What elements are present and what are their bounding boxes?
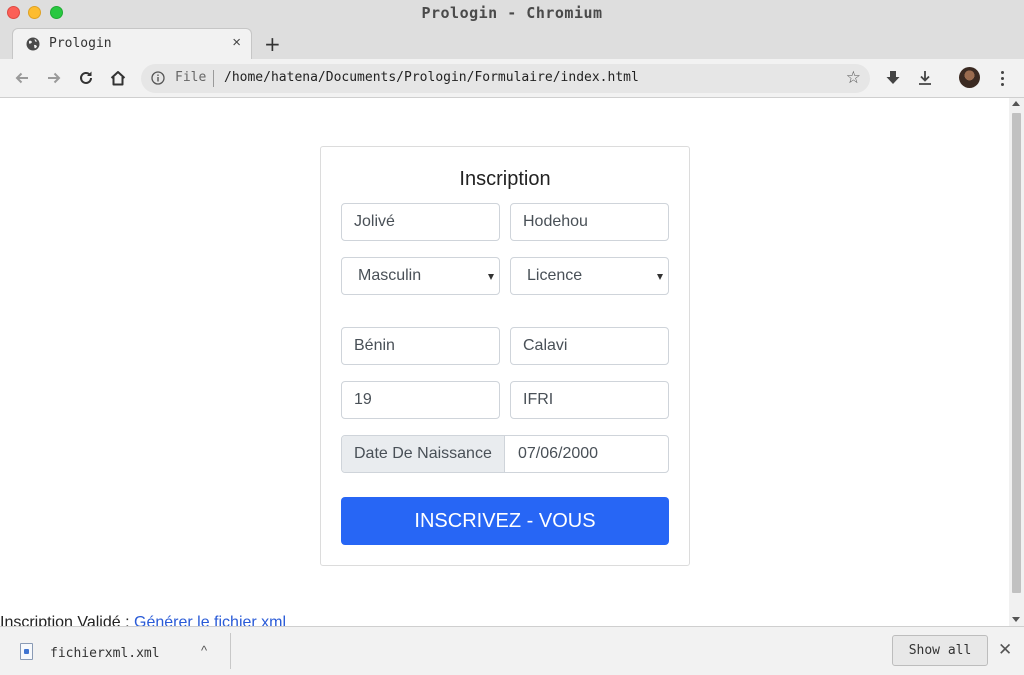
city-input[interactable]: Calavi xyxy=(510,327,669,365)
country-input[interactable]: Bénin xyxy=(341,327,500,365)
scroll-down-arrow-icon[interactable] xyxy=(1012,617,1020,622)
home-button[interactable] xyxy=(107,67,129,89)
caret-down-icon xyxy=(657,274,663,280)
browser-toolbar: File /home/hatena/Documents/Prologin/For… xyxy=(0,59,1024,98)
window-titlebar: Prologin - Chromium xyxy=(0,0,1024,26)
first-name-input[interactable]: Jolivé xyxy=(341,203,500,241)
back-button[interactable] xyxy=(11,67,33,89)
tab-close-icon[interactable]: × xyxy=(232,34,241,51)
chrome-menu-button[interactable] xyxy=(994,67,1010,89)
generate-xml-link[interactable]: Générer le fichier xml xyxy=(134,614,286,626)
gender-select[interactable]: Masculin xyxy=(341,257,500,295)
extension-download-button[interactable] xyxy=(882,67,904,89)
download-tray-icon xyxy=(919,71,931,85)
download-shelf-divider xyxy=(230,633,231,669)
download-shelf: fichierxml.xml ^ Show all ✕ xyxy=(0,626,1024,675)
show-all-button[interactable]: Show all xyxy=(892,635,988,666)
level-select[interactable]: Licence xyxy=(510,257,669,295)
chevron-up-icon[interactable]: ^ xyxy=(201,643,207,658)
bookmark-star-icon[interactable]: ☆ xyxy=(846,69,861,87)
xml-file-icon xyxy=(20,643,33,660)
reload-icon xyxy=(80,71,92,84)
home-icon xyxy=(110,71,126,86)
download-arrow-icon xyxy=(886,71,900,84)
gender-select-value: Masculin xyxy=(358,267,422,284)
level-select-value: Licence xyxy=(527,267,583,284)
birthdate-input[interactable]: 07/06/2000 xyxy=(505,436,668,472)
birthdate-label: Date De Naissance xyxy=(342,436,505,472)
menu-dot-icon xyxy=(1000,70,1004,74)
status-line: Inscription Validé : Générer le fichier … xyxy=(0,614,286,626)
scroll-up-arrow-icon[interactable] xyxy=(1012,101,1020,106)
caret-down-icon xyxy=(488,274,494,280)
url-text[interactable]: /home/hatena/Documents/Prologin/Formulai… xyxy=(224,70,639,85)
forward-button[interactable] xyxy=(43,67,65,89)
registration-card: Inscription Jolivé Hodehou Masculin Lice… xyxy=(320,146,690,566)
menu-dot-icon xyxy=(1000,82,1004,86)
submit-button[interactable]: INSCRIVEZ - VOUS xyxy=(341,497,669,545)
window-title: Prologin - Chromium xyxy=(421,4,603,22)
close-icon[interactable]: ✕ xyxy=(998,640,1012,660)
new-tab-button[interactable]: + xyxy=(264,32,281,56)
page-scrollbar[interactable] xyxy=(1009,98,1024,626)
tab-strip: Prologin × + xyxy=(0,26,1024,59)
age-input[interactable]: 19 xyxy=(341,381,500,419)
status-text: Inscription Validé : xyxy=(0,614,134,626)
reload-button[interactable] xyxy=(75,67,97,89)
menu-dot-icon xyxy=(1000,76,1004,80)
last-name-input[interactable]: Hodehou xyxy=(510,203,669,241)
tab-title: Prologin xyxy=(49,36,112,51)
download-file-name[interactable]: fichierxml.xml xyxy=(50,646,160,661)
address-bar[interactable]: File /home/hatena/Documents/Prologin/For… xyxy=(141,64,870,93)
school-input[interactable]: IFRI xyxy=(510,381,669,419)
omnibox-divider xyxy=(213,70,214,87)
birthdate-input-group: Date De Naissance 07/06/2000 xyxy=(341,435,669,473)
info-icon[interactable] xyxy=(151,71,165,85)
page-viewport: Inscription Jolivé Hodehou Masculin Lice… xyxy=(0,98,1009,626)
scrollbar-thumb[interactable] xyxy=(1012,113,1021,593)
scheme-label: File xyxy=(175,70,207,85)
downloads-button[interactable] xyxy=(914,67,936,89)
form-title: Inscription xyxy=(459,168,551,190)
arrow-right-icon xyxy=(48,72,61,84)
globe-icon xyxy=(26,37,40,51)
arrow-left-icon xyxy=(15,72,28,84)
profile-avatar[interactable] xyxy=(959,67,980,88)
tab-prologin[interactable]: Prologin × xyxy=(12,28,252,59)
